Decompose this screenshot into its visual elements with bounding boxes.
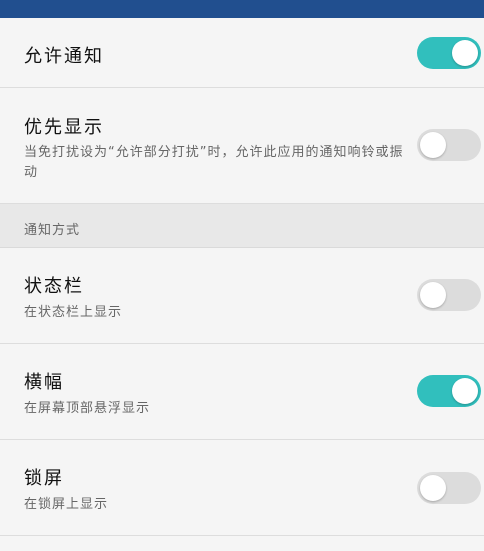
status-bar [0, 0, 484, 18]
banner-row[interactable]: 横幅 在屏幕顶部悬浮显示 [0, 344, 484, 440]
status-bar-description: 在状态栏上显示 [24, 305, 123, 320]
allow-notifications-row[interactable]: 允许通知 [0, 18, 484, 88]
banner-toggle[interactable] [417, 375, 481, 407]
priority-display-toggle[interactable] [417, 129, 481, 161]
status-bar-row[interactable]: 状态栏 在状态栏上显示 [0, 248, 484, 344]
toggle-knob [420, 132, 446, 158]
status-bar-title: 状态栏 [24, 276, 84, 297]
banner-title: 横幅 [24, 372, 64, 393]
toggle-knob [452, 378, 478, 404]
priority-display-row[interactable]: 优先显示 当免打扰设为“允许部分打扰”时，允许此应用的通知响铃或振动 [0, 88, 484, 204]
toggle-knob [452, 40, 478, 66]
toggle-knob [420, 282, 446, 308]
status-bar-toggle[interactable] [417, 279, 481, 311]
section-header-label: 通知方式 [24, 223, 81, 238]
priority-display-description: 当免打扰设为“允许部分打扰”时，允许此应用的通知响铃或振动 [24, 145, 404, 180]
allow-notifications-toggle[interactable] [417, 37, 481, 69]
priority-display-title: 优先显示 [24, 117, 104, 138]
lock-screen-title: 锁屏 [24, 468, 64, 489]
toggle-knob [420, 475, 446, 501]
lock-screen-description: 在锁屏上显示 [24, 497, 109, 512]
lock-screen-row[interactable]: 锁屏 在锁屏上显示 [0, 440, 484, 536]
banner-description: 在屏幕顶部悬浮显示 [24, 401, 151, 416]
allow-notifications-title: 允许通知 [24, 46, 104, 67]
lock-screen-toggle[interactable] [417, 472, 481, 504]
notification-method-section-header: 通知方式 [0, 204, 484, 248]
